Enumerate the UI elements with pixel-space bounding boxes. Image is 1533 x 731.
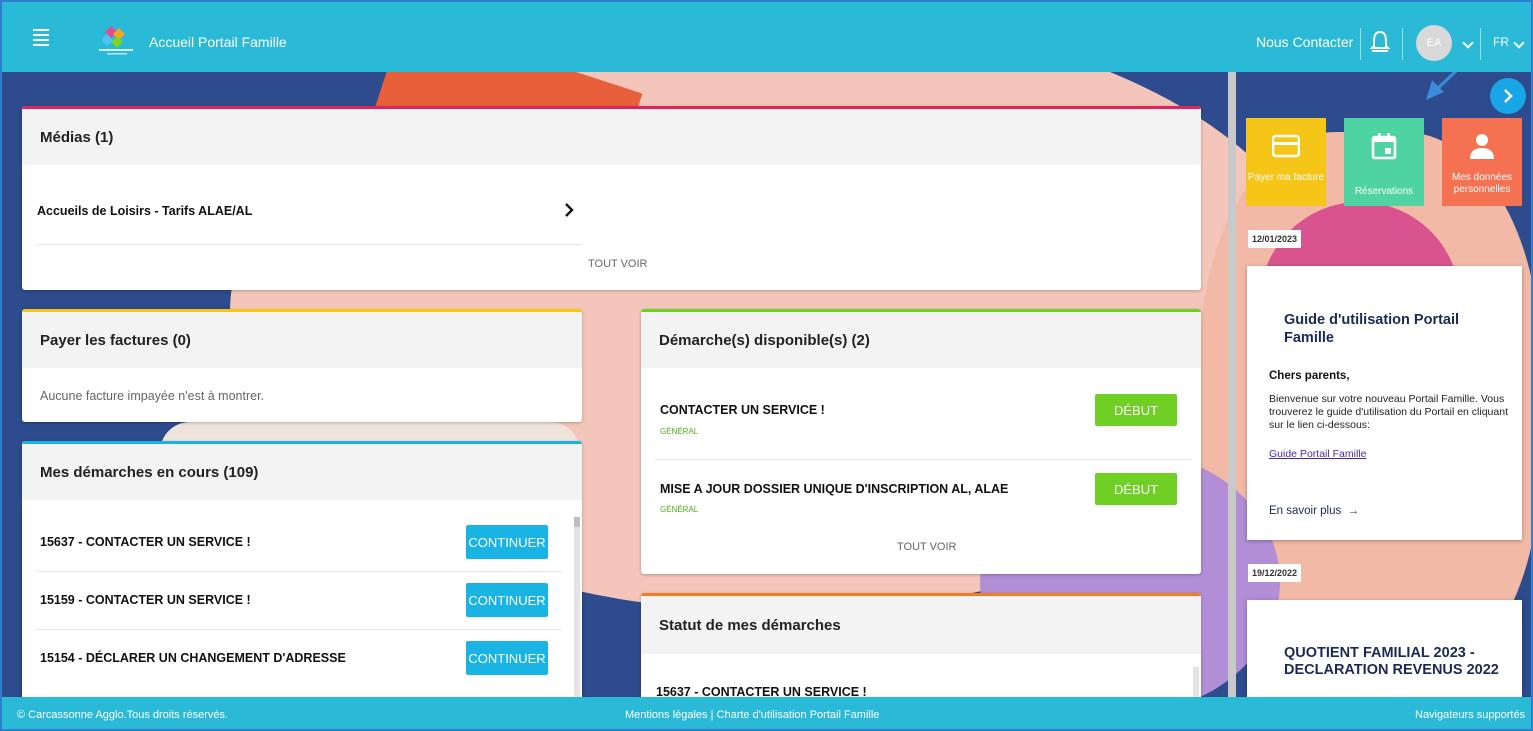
news-date: 19/12/2022 [1248,564,1302,582]
category-tag: GÉNÉRAL [660,427,699,436]
start-button[interactable]: DÉBUT [1095,473,1177,505]
footer: © Carcassonne Agglo.Tous droits réservés… [0,697,1533,731]
news-date: 12/01/2023 [1248,230,1302,248]
bell-icon[interactable] [1370,30,1390,54]
available-see-all-link[interactable]: TOUT VOIR [897,541,957,553]
chevron-right-icon[interactable] [564,203,574,217]
guide-link[interactable]: Guide Portail Famille [1269,448,1366,460]
media-item-link[interactable]: Accueils de Loisirs - Tarifs ALAE/AL [37,204,252,218]
divider [36,244,582,245]
reservations-tile[interactable]: Réservations [1344,118,1424,206]
news-card: Guide d'utilisation Portail Famille Cher… [1247,266,1522,540]
ongoing-procedures-title: Mes démarches en cours (109) [22,444,582,500]
continue-button[interactable]: CONTINUER [466,525,548,559]
ongoing-item-label: 15159 - CONTACTER UN SERVICE ! [40,593,251,607]
separator [1402,28,1403,60]
available-procedures-card: Démarche(s) disponible(s) (2) CONTACTER … [641,309,1201,574]
separator [1360,28,1361,60]
credit-card-icon [1272,134,1300,158]
available-item-label: MISE A JOUR DOSSIER UNIQUE D'INSCRIPTION… [660,482,1009,496]
scrollbar[interactable] [1193,667,1199,697]
separator [1480,28,1481,60]
top-bar: Accueil Portail Famille Nous Contacter E… [0,0,1533,72]
scrollbar-thumb[interactable] [574,517,580,527]
app-title[interactable]: Accueil Portail Famille [149,34,287,50]
personal-data-tile[interactable]: Mes données personnelles [1442,118,1522,206]
language-selector[interactable]: FR [1493,35,1509,49]
divider [36,629,562,630]
ongoing-procedures-card: Mes démarches en cours (109) 15637 - CON… [22,441,582,697]
divider [36,571,562,572]
news-body: Bienvenue sur votre nouveau Portail Fami… [1269,393,1508,431]
arrow-right-icon: → [1344,505,1360,517]
start-button[interactable]: DÉBUT [1095,394,1177,426]
invoices-title: Payer les factures (0) [22,312,582,368]
pay-invoice-tile[interactable]: Payer ma facture [1246,118,1326,206]
scrollbar[interactable] [574,517,580,697]
news-greeting: Chers parents, [1269,370,1350,382]
pay-invoice-label: Payer ma facture [1247,172,1325,183]
reservations-label: Réservations [1354,186,1414,197]
calendar-icon [1371,133,1397,160]
legal-links[interactable]: Mentions légales | Charte d'utilisation … [625,709,879,721]
divider [655,459,1191,460]
read-more-label: En savoir plus [1269,505,1342,517]
personal-data-label: Mes données personnelles [1451,172,1513,195]
status-card: Statut de mes démarches 15637 - CONTACTE… [641,593,1201,697]
category-tag: GÉNÉRAL [660,505,699,514]
continue-button[interactable]: CONTINUER [466,641,548,675]
status-item-label: 15637 - CONTACTER UN SERVICE ! [656,685,867,697]
available-item-label: CONTACTER UN SERVICE ! [660,403,825,417]
medias-title: Médias (1) [22,109,1201,165]
available-procedures-title: Démarche(s) disponible(s) (2) [641,312,1201,368]
avatar[interactable]: EA [1416,25,1452,61]
menu-toggle-icon[interactable] [33,29,49,46]
read-more-link[interactable]: En savoir plus → [1269,505,1359,517]
ongoing-item-label: 15637 - CONTACTER UN SERVICE ! [40,535,251,549]
status-title: Statut de mes démarches [641,596,1201,654]
news-title[interactable]: QUOTIENT FAMILIAL 2023 - DECLARATION REV… [1284,645,1499,679]
invoices-empty-message: Aucune facture impayée n'est à montrer. [40,389,265,403]
medias-see-all-link[interactable]: TOUT VOIR [588,258,648,270]
person-icon [1470,134,1494,159]
ongoing-item-label: 15154 - DÉCLARER UN CHANGEMENT D'ADRESSE [40,651,346,665]
chevron-down-icon[interactable] [1513,37,1525,49]
news-card: QUOTIENT FAMILIAL 2023 - DECLARATION REV… [1247,600,1522,697]
invoices-card: Payer les factures (0) Aucune facture im… [22,309,582,422]
chevron-down-icon[interactable] [1462,37,1474,49]
continue-button[interactable]: CONTINUER [466,583,548,617]
news-title[interactable]: Guide d'utilisation Portail Famille [1284,311,1494,347]
copyright-text: © Carcassonne Agglo.Tous droits réservés… [17,709,229,721]
medias-card: Médias (1) Accueils de Loisirs - Tarifs … [22,106,1201,290]
supported-browsers-link[interactable]: Navigateurs supportés [1415,709,1525,721]
panel-splitter[interactable] [1228,72,1236,697]
contact-link[interactable]: Nous Contacter [1256,34,1353,50]
carcassonne-agglo-logo[interactable] [97,24,135,56]
